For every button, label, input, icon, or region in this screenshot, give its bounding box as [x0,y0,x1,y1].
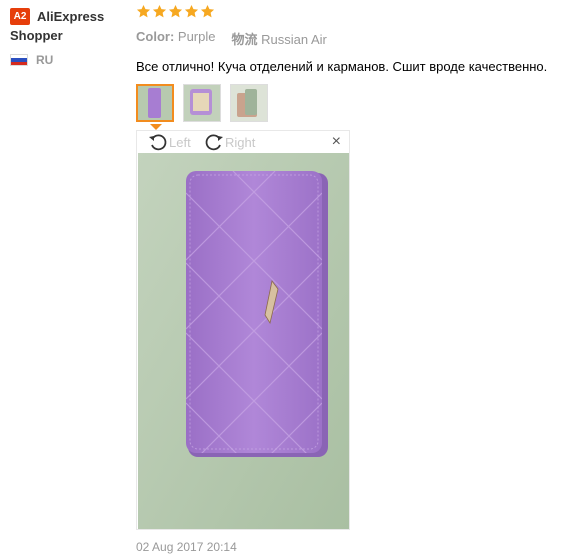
color-attribute: Color: Purple [136,29,215,48]
close-icon[interactable]: × [332,133,341,151]
reviewer-name: AliExpress Shopper [10,9,105,43]
thumbnail-3[interactable] [230,84,268,122]
star-rating [136,4,571,22]
shipping-value: Russian Air [261,32,327,47]
image-viewer: Left Right × [136,130,350,530]
rotate-left-icon [149,134,167,151]
reviewer-country: RU [10,53,53,67]
thumbnail-2[interactable] [183,84,221,122]
shipping-attribute: 物流 Russian Air [231,29,326,48]
review-text: Все отлично! Куча отделений и карманов. … [136,59,548,74]
thumbnail-1[interactable] [136,84,174,122]
viewer-toolbar: Left Right × [137,131,349,153]
review-photo [138,153,349,529]
russia-flag-icon [10,54,28,66]
rotate-left-label: Left [169,134,191,150]
shipping-label: 物流 [231,32,258,47]
wallet-photo [138,153,349,529]
rotate-right-label: Right [225,134,256,150]
rotate-right-icon [205,134,223,151]
star-icon [184,4,199,18]
rotate-left-button[interactable]: Left [147,131,191,153]
star-icon [136,4,151,18]
review-date: 02 Aug 2017 20:14 [136,540,237,554]
star-icon [200,4,215,18]
country-code: RU [36,53,54,67]
star-icon [168,4,183,18]
review-attributes: Color: Purple 物流 Russian Air [136,29,571,48]
review-body: Color: Purple 物流 Russian Air Все отлично… [136,4,571,130]
review-thumbnails [136,84,571,130]
color-value: Purple [177,29,216,44]
color-label: Color: [136,29,175,44]
rotate-right-button[interactable]: Right [203,131,255,153]
star-icon [152,4,167,18]
